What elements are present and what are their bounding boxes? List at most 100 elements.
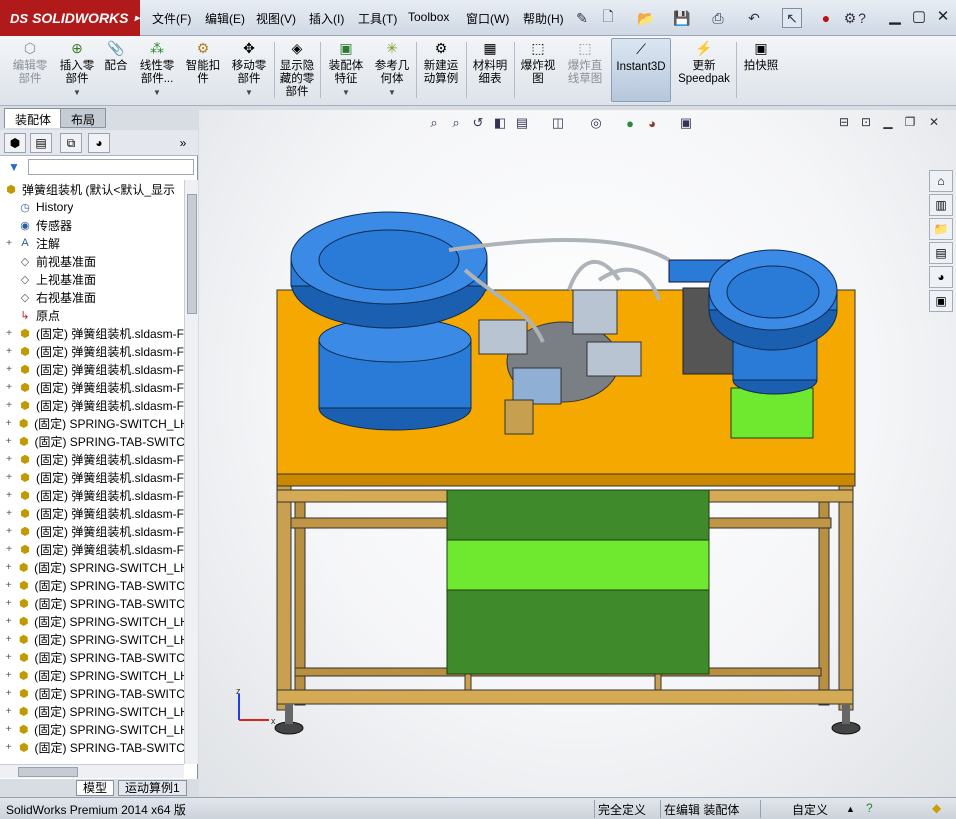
new-motion-study-button[interactable]: ⚙ 新建运 动算例 <box>418 38 464 102</box>
menu-insert[interactable]: 插入(I) <box>309 10 344 27</box>
menu-view[interactable]: 视图(V) <box>256 10 296 27</box>
design-library-icon[interactable]: ▥ <box>929 194 953 216</box>
linear-pattern-button[interactable]: ⁂ 线性零 部件... ▼ <box>132 38 182 102</box>
menu-toolbox[interactable]: Toolbox <box>408 10 449 24</box>
take-snapshot-button[interactable]: ▣ 拍快照 <box>738 38 784 102</box>
help-question-icon[interactable]: ? <box>852 8 872 28</box>
filter-funnel-icon[interactable]: ▼ <box>8 160 20 174</box>
tab-layout[interactable]: 布局 <box>60 108 107 128</box>
display-manager-tab-icon[interactable]: ◕ <box>88 133 110 153</box>
expand-pane-chevron-icon[interactable]: » <box>172 133 194 153</box>
tree-node[interactable]: + ⬢ (固定) SPRING-TAB-SWITCH <box>0 432 184 450</box>
scrollbar-thumb[interactable] <box>18 767 78 777</box>
expand-toggle-icon[interactable]: + <box>4 238 14 249</box>
dropdown-arrow-icon[interactable]: ▼ <box>245 86 253 99</box>
tab-motion-study[interactable]: 运动算例1 <box>118 780 187 796</box>
expand-toggle-icon[interactable]: + <box>4 400 14 411</box>
tree-horizontal-scrollbar[interactable] <box>0 764 184 778</box>
exploded-view-button[interactable]: ⬚ 爆炸视 图 <box>516 38 560 102</box>
dropdown-arrow-icon[interactable]: ▼ <box>73 86 81 99</box>
expand-toggle-icon[interactable]: + <box>4 544 14 555</box>
new-document-icon[interactable]: 🗋 <box>598 8 618 28</box>
insert-component-button[interactable]: ⊕ 插入零 部件 ▼ <box>54 38 100 102</box>
tree-node[interactable]: + ⬢ (固定) SPRING-TAB-SWITCH <box>0 594 184 612</box>
pin-icon[interactable]: ✎ <box>572 8 592 28</box>
tree-node[interactable]: + ⬢ (固定) SPRING-TAB-SWITCH <box>0 738 184 756</box>
tree-node[interactable]: + A 注解 <box>0 234 184 252</box>
expand-toggle-icon[interactable]: + <box>4 508 14 519</box>
tree-node[interactable]: + ⬢ (固定) 弹簧组装机.sldasm-F <box>0 486 184 504</box>
home-icon[interactable]: ⌂ <box>929 170 953 192</box>
expand-toggle-icon[interactable]: + <box>4 526 14 537</box>
maximize-icon[interactable]: ▢ <box>908 6 930 26</box>
edit-component-button[interactable]: ⬡ 编辑零 部件 <box>6 38 54 102</box>
tree-node[interactable]: + ⬢ (固定) 弹簧组装机.sldasm-F <box>0 540 184 558</box>
solidworks-logo[interactable]: DS SOLIDWORKS ▸ <box>0 0 140 36</box>
open-folder-icon[interactable]: 📂 <box>636 8 656 28</box>
expand-toggle-icon[interactable]: + <box>4 382 14 393</box>
units-dropdown-icon[interactable]: ▲ <box>846 804 855 814</box>
expand-toggle-icon[interactable]: + <box>4 670 13 681</box>
show-hidden-components-button[interactable]: ◈ 显示隐 藏的零 部件 <box>276 38 318 102</box>
bill-of-materials-button[interactable]: ▦ 材料明 细表 <box>468 38 512 102</box>
close-icon[interactable]: ✕ <box>932 6 954 26</box>
tree-node[interactable]: ◷ History <box>0 198 184 216</box>
print-icon[interactable]: ⎙ <box>708 8 728 28</box>
expand-toggle-icon[interactable]: + <box>4 724 13 735</box>
expand-toggle-icon[interactable]: + <box>4 346 14 357</box>
view-palette-icon[interactable]: ▤ <box>929 242 953 264</box>
mate-button[interactable]: 📎 配合 <box>100 38 132 102</box>
tree-node[interactable]: + ⬢ (固定) 弹簧组装机.sldasm-F <box>0 324 184 342</box>
dropdown-arrow-icon[interactable]: ▼ <box>342 86 350 99</box>
expand-toggle-icon[interactable]: + <box>4 328 14 339</box>
file-explorer-icon[interactable]: 📁 <box>929 218 953 240</box>
instant3d-button[interactable]: ⟋ Instant3D <box>611 38 671 102</box>
help-icon[interactable]: ? <box>866 801 873 815</box>
dropdown-arrow-icon[interactable]: ▼ <box>388 86 396 99</box>
menu-help[interactable]: 帮助(H) <box>523 10 564 27</box>
expand-toggle-icon[interactable]: + <box>4 706 13 717</box>
tree-node[interactable]: + ⬢ (固定) 弹簧组装机.sldasm-F <box>0 342 184 360</box>
tree-node[interactable]: ↳ 原点 <box>0 306 184 324</box>
smart-fasteners-button[interactable]: ⚙ 智能扣 件 <box>182 38 224 102</box>
tree-node[interactable]: ◇ 右视基准面 <box>0 288 184 306</box>
expand-toggle-icon[interactable]: + <box>4 580 13 591</box>
tree-node[interactable]: + ⬢ (固定) SPRING-SWITCH_LH_ <box>0 720 184 738</box>
tree-root-assembly[interactable]: ⬢ 弹簧组装机 (默认<默认_显示 <box>0 180 184 198</box>
undo-icon[interactable]: ↶ <box>744 8 764 28</box>
expand-toggle-icon[interactable]: + <box>4 490 14 501</box>
tree-node[interactable]: + ⬢ (固定) SPRING-SWITCH_LH_ <box>0 558 184 576</box>
expand-toggle-icon[interactable]: + <box>4 616 13 627</box>
custom-properties-icon[interactable]: ▣ <box>929 290 953 312</box>
rebuild-icon[interactable]: ● <box>816 8 836 28</box>
tree-node[interactable]: + ⬢ (固定) SPRING-SWITCH_LH_ <box>0 414 184 432</box>
feature-manager-tab-icon[interactable]: ⬢ <box>4 133 26 153</box>
tree-node[interactable]: + ⬢ (固定) SPRING-TAB-SWITCH <box>0 576 184 594</box>
expand-toggle-icon[interactable]: + <box>4 562 13 573</box>
expand-toggle-icon[interactable]: + <box>4 454 14 465</box>
expand-toggle-icon[interactable]: + <box>4 634 13 645</box>
menu-window[interactable]: 窗口(W) <box>466 10 509 27</box>
expand-toggle-icon[interactable]: + <box>4 472 14 483</box>
property-manager-tab-icon[interactable]: ▤ <box>30 133 52 153</box>
save-icon[interactable]: 💾 <box>672 8 692 28</box>
appearances-icon[interactable]: ◕ <box>929 266 953 288</box>
tree-node[interactable]: + ⬢ (固定) SPRING-SWITCH_LH_ <box>0 630 184 648</box>
tree-node[interactable]: ◇ 上视基准面 <box>0 270 184 288</box>
select-arrow-icon[interactable]: ↖ <box>782 8 802 28</box>
configuration-manager-tab-icon[interactable]: ⧉ <box>60 133 82 153</box>
expand-toggle-icon[interactable]: + <box>4 742 13 753</box>
expand-toggle-icon[interactable]: + <box>4 688 13 699</box>
tree-node[interactable]: + ⬢ (固定) 弹簧组装机.sldasm-F <box>0 378 184 396</box>
expand-toggle-icon[interactable]: + <box>4 418 13 429</box>
assembly-model-render[interactable] <box>199 110 956 797</box>
status-units[interactable]: 自定义 <box>792 801 828 818</box>
menu-tools[interactable]: 工具(T) <box>358 10 397 27</box>
tree-node[interactable]: + ⬢ (固定) SPRING-TAB-SWITCH <box>0 648 184 666</box>
expand-toggle-icon[interactable]: + <box>4 598 13 609</box>
tree-node[interactable]: + ⬢ (固定) SPRING-SWITCH_LH_ <box>0 612 184 630</box>
tree-node[interactable]: + ⬢ (固定) SPRING-SWITCH_LH_ <box>0 702 184 720</box>
tree-node[interactable]: + ⬢ (固定) 弹簧组装机.sldasm-F <box>0 450 184 468</box>
tree-node[interactable]: + ⬢ (固定) SPRING-TAB-SWITCH <box>0 684 184 702</box>
menu-file[interactable]: 文件(F) <box>152 10 191 27</box>
